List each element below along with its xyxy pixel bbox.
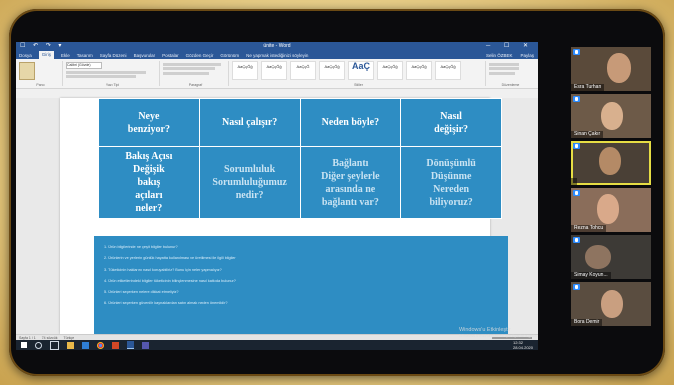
tab-dosya[interactable]: Dosya: [19, 53, 32, 58]
window-controls[interactable]: ─ ☐ ✕: [486, 42, 534, 49]
document-page[interactable]: Neye benziyor? Nasıl çalışır? Neden böyl…: [60, 98, 508, 334]
style-heading-1[interactable]: AaÇçĞ: [290, 61, 316, 80]
search-icon[interactable]: [35, 341, 42, 349]
tab-gorunum[interactable]: Görünüm: [220, 53, 239, 58]
table-cell: Neye benziyor?: [98, 98, 200, 147]
file-explorer-icon[interactable]: [67, 341, 74, 349]
group-label: Yazı Tipi: [105, 83, 120, 87]
task-view-icon[interactable]: [50, 340, 59, 350]
participant-tile[interactable]: Esra Turhan: [571, 47, 651, 91]
title-bar: ☐ ↶ ↷ ▾ ünite - Word ─ ☐ ✕: [16, 42, 538, 51]
questions-list: 1. Ürün bilgilerinde ne çeşit bilgiler b…: [94, 236, 508, 310]
participant-name: Rezna Tohcu: [571, 225, 607, 232]
zoom-badge-icon: [573, 190, 580, 196]
tab-ekle[interactable]: Ekle: [61, 53, 70, 58]
participant-name: Sinan Çakır: [571, 131, 604, 138]
tab-tasarim[interactable]: Tasarım: [77, 53, 93, 58]
table-cell: Neden böyle?: [299, 98, 402, 147]
chrome-icon[interactable]: [97, 341, 104, 349]
tab-basvurular[interactable]: Başvurular: [134, 53, 156, 58]
list-item: 3. Tüketicinin haklarını nasıl koruyabil…: [104, 267, 222, 272]
taskbar: 12:32 28.04.2020: [16, 340, 538, 350]
group-label: Düzenleme: [501, 83, 520, 87]
taskbar-clock[interactable]: 12:32 28.04.2020: [513, 340, 533, 350]
tab-gozden-gecir[interactable]: Gözden Geçir: [186, 53, 214, 58]
zoom-badge-icon: [573, 284, 580, 290]
group-label: Pano: [36, 83, 45, 87]
participant-name: [571, 178, 577, 185]
clipboard-group: Pano: [19, 61, 63, 87]
tab-giris[interactable]: Giriş: [38, 51, 55, 59]
style-title[interactable]: AaÇ: [348, 61, 374, 80]
participant-tile[interactable]: Simay Koyun...: [571, 235, 651, 279]
table-cell: Bakış Açısı Değişik bakış açıları neler?: [98, 146, 200, 219]
tab-postalar[interactable]: Postalar: [162, 53, 179, 58]
participant-name: Bora Demir: [571, 319, 603, 326]
store-icon[interactable]: [82, 341, 89, 349]
font-name-box[interactable]: Calibri (Gövde): [66, 62, 102, 69]
style-subtitle[interactable]: AaÇçĞğ: [377, 61, 403, 80]
questions-box: 1. Ürün bilgilerinde ne çeşit bilgiler b…: [94, 236, 508, 334]
paste-icon[interactable]: [19, 62, 35, 80]
tell-me-search[interactable]: Ne yapmak istediğinizi söyleyin: [246, 53, 308, 58]
document-area[interactable]: Neye benziyor? Nasıl çalışır? Neden böyl…: [16, 98, 538, 334]
style-no-spacing[interactable]: AaÇçĞğ: [261, 61, 287, 80]
group-label: Stiller: [354, 83, 363, 87]
font-group: Calibri (Gövde) Yazı Tipi: [66, 61, 160, 87]
table-cell: Nasıl değişir?: [400, 98, 502, 147]
participant-tile-active-speaker[interactable]: [571, 141, 651, 185]
table-cell: Sorumluluk Sorumluluğumuz nedir?: [198, 146, 301, 219]
word-window: ☐ ↶ ↷ ▾ ünite - Word ─ ☐ ✕ Dosya Giriş E…: [16, 42, 538, 350]
list-item: 2. Ürünlerin ve yerlerin günlük hayatta …: [104, 256, 236, 261]
editing-group: Düzenleme: [489, 61, 532, 87]
style-subtle-emphasis[interactable]: AaÇçĞğ: [406, 61, 432, 80]
list-item: 6. Ürünleri seçerken güvenilir kaynaklar…: [104, 301, 228, 306]
zoom-badge-icon: [573, 143, 580, 149]
table-cell: Nasıl çalışır?: [198, 98, 301, 147]
styles-group: AaÇçĞğ AaÇçĞğ AaÇçĞ AaÇçĞğ AaÇ AaÇçĞğ Aa…: [232, 61, 486, 87]
teams-icon[interactable]: [142, 341, 149, 349]
ribbon-tabs: Dosya Giriş Ekle Tasarım Sayfa Düzeni Ba…: [16, 51, 538, 59]
style-normal[interactable]: AaÇçĞğ: [232, 61, 258, 80]
participant-name: Esra Turhan: [571, 84, 605, 91]
zoom-badge-icon: [573, 96, 580, 102]
zoom-badge-icon: [573, 49, 580, 55]
word-icon[interactable]: [127, 341, 134, 349]
participant-tile[interactable]: Rezna Tohcu: [571, 188, 651, 232]
group-label: Paragraf: [188, 83, 203, 87]
zoom-badge-icon: [573, 237, 580, 243]
share-button[interactable]: Paylaş: [520, 53, 534, 58]
paragraph-group: Paragraf: [163, 61, 229, 87]
tab-sayfa-duzeni[interactable]: Sayfa Düzeni: [100, 53, 127, 58]
style-heading-2[interactable]: AaÇçĞğ: [319, 61, 345, 80]
window-title: ünite - Word: [263, 43, 291, 49]
windows-start-icon[interactable]: [21, 342, 27, 348]
participant-tile[interactable]: Sinan Çakır: [571, 94, 651, 138]
thinking-table: Neye benziyor? Nasıl çalışır? Neden böyl…: [98, 98, 502, 219]
list-item: 4. Ürün etiketlerindeki bilgiler tüketic…: [104, 278, 236, 283]
user-name[interactable]: Selin ÖZBEK: [486, 53, 513, 58]
ribbon: Pano Calibri (Gövde) Yazı Tipi Paragraf …: [16, 59, 538, 89]
powerpoint-icon[interactable]: [112, 341, 119, 349]
participant-name: Simay Koyun...: [571, 272, 611, 279]
style-emphasis[interactable]: AaÇçĞğ: [435, 61, 461, 80]
participant-tile[interactable]: Bora Demir: [571, 282, 651, 326]
activation-watermark: Windows'u Etkinleştir Windows'u etkinleş…: [458, 327, 538, 338]
list-item: 5. Ürünleri seçerken nelere dikkat etmel…: [104, 290, 179, 295]
list-item: 1. Ürün bilgilerinde ne çeşit bilgiler b…: [104, 245, 178, 249]
table-cell: Bağlantı Diğer şeylerle arasında ne bağl…: [299, 146, 402, 219]
table-cell: Dönüşümlü Düşünme Nereden biliyoruz?: [400, 146, 502, 219]
